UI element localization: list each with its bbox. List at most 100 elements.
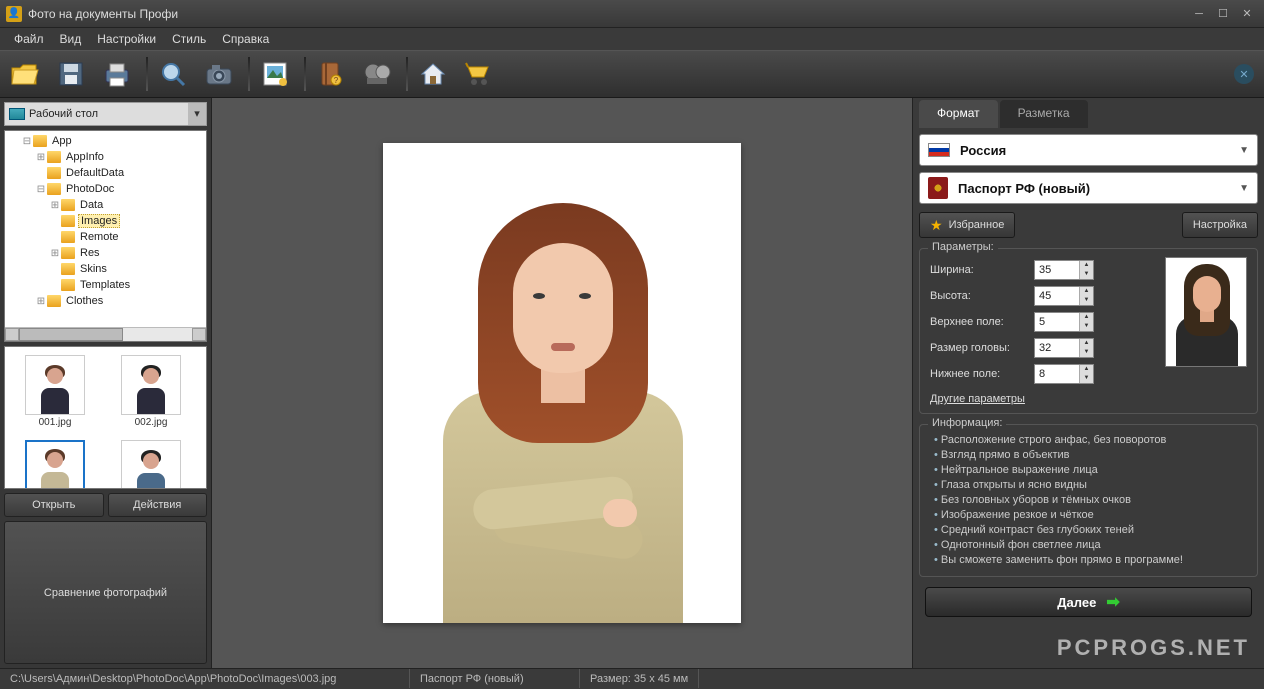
path-text: Рабочий стол	[29, 108, 188, 120]
width-spinner[interactable]: 35▲▼	[1034, 260, 1094, 280]
thumbnail-panel: 001.jpg 002.jpg 003.jpg 6.jpg	[4, 346, 207, 489]
maximize-button[interactable]: ☐	[1212, 5, 1234, 23]
toolbar-separator	[304, 57, 306, 91]
settings-button[interactable]: Настройка	[1182, 212, 1258, 238]
status-size: Размер: 35 x 45 мм	[580, 669, 699, 688]
head-spinner[interactable]: 32▲▼	[1034, 338, 1094, 358]
menu-view[interactable]: Вид	[52, 30, 90, 48]
info-item: Взгляд прямо в объектив	[934, 448, 1247, 463]
tree-node-images[interactable]: Images	[7, 213, 204, 229]
folder-tree: ⊟App ⊞AppInfo DefaultData ⊟PhotoDoc ⊞Dat…	[4, 130, 207, 342]
thumb-003[interactable]: 003.jpg	[19, 440, 91, 489]
arrow-right-icon: ➡	[1106, 592, 1119, 612]
panel-close-icon[interactable]: ✕	[1234, 64, 1254, 84]
height-spinner[interactable]: 45▲▼	[1034, 286, 1094, 306]
save-button[interactable]	[50, 54, 92, 94]
thumb-001[interactable]: 001.jpg	[19, 355, 91, 428]
thumb-6[interactable]: 6.jpg	[115, 440, 187, 489]
open-button[interactable]: Открыть	[4, 493, 104, 517]
country-label: Россия	[960, 143, 1239, 158]
path-dropdown-arrow[interactable]: ▾	[188, 103, 206, 125]
info-item: Расположение строго анфас, без поворотов	[934, 433, 1247, 448]
right-panel: Формат Разметка Россия ▼ Паспорт РФ (нов…	[912, 98, 1264, 668]
other-params-link[interactable]: Другие параметры	[930, 393, 1025, 405]
menu-help[interactable]: Справка	[214, 30, 277, 48]
window-title: Фото на документы Профи	[28, 7, 1186, 21]
params-group: Параметры: Ширина:35▲▼ Высота:45▲▼ Верхн…	[919, 248, 1258, 414]
app-icon: 👤	[6, 6, 22, 22]
book-button[interactable]: ?	[310, 54, 352, 94]
tree-hscrollbar[interactable]: ◂ ▸	[5, 327, 206, 341]
center-panel	[212, 98, 912, 668]
label-top: Верхнее поле:	[930, 316, 1034, 328]
tabs: Формат Разметка	[919, 100, 1258, 128]
print-button[interactable]	[96, 54, 138, 94]
left-panel: Рабочий стол ▾ ⊟App ⊞AppInfo DefaultData…	[0, 98, 212, 668]
menu-style[interactable]: Стиль	[164, 30, 214, 48]
menubar: Файл Вид Настройки Стиль Справка	[0, 28, 1264, 50]
scroll-left-arrow[interactable]: ◂	[5, 328, 19, 341]
document-selector[interactable]: Паспорт РФ (новый) ▼	[919, 172, 1258, 204]
home-button[interactable]	[412, 54, 454, 94]
bottom-spinner[interactable]: 8▲▼	[1034, 364, 1094, 384]
info-item: Нейтральное выражение лица	[934, 463, 1247, 478]
toolbar-separator	[146, 57, 148, 91]
tree-node-photodoc[interactable]: ⊟PhotoDoc	[7, 181, 204, 197]
favorite-button[interactable]: ★Избранное	[919, 212, 1015, 238]
country-selector[interactable]: Россия ▼	[919, 134, 1258, 166]
tree-node-res[interactable]: ⊞Res	[7, 245, 204, 261]
tree-node-defaultdata[interactable]: DefaultData	[7, 165, 204, 181]
tree-node-data[interactable]: ⊞Data	[7, 197, 204, 213]
status-path: C:\Users\Админ\Desktop\PhotoDoc\App\Phot…	[0, 669, 410, 688]
actions-button[interactable]: Действия	[108, 493, 208, 517]
camera-button[interactable]	[198, 54, 240, 94]
document-label: Паспорт РФ (новый)	[958, 181, 1239, 196]
status-doc: Паспорт РФ (новый)	[410, 669, 580, 688]
scroll-right-arrow[interactable]: ▸	[192, 328, 206, 341]
tab-format[interactable]: Формат	[919, 100, 998, 128]
monitor-icon	[9, 108, 25, 120]
dropdown-arrow-icon: ▼	[1239, 145, 1249, 156]
info-item: Вы сможете заменить фон прямо в программ…	[934, 553, 1247, 568]
dropdown-arrow-icon: ▼	[1239, 183, 1249, 194]
photo-person-illustration	[383, 143, 741, 623]
label-width: Ширина:	[930, 264, 1034, 276]
info-item: Однотонный фон светлее лица	[934, 538, 1247, 553]
label-bottom: Нижнее поле:	[930, 368, 1034, 380]
top-spinner[interactable]: 5▲▼	[1034, 312, 1094, 332]
thumb-002[interactable]: 002.jpg	[115, 355, 187, 428]
info-group: Информация: Расположение строго анфас, б…	[919, 424, 1258, 577]
info-label: Информация:	[928, 417, 1006, 429]
scroll-thumb[interactable]	[19, 328, 123, 341]
film-button[interactable]	[356, 54, 398, 94]
info-item: Изображение резкое и чёткое	[934, 508, 1247, 523]
label-head: Размер головы:	[930, 342, 1034, 354]
close-button[interactable]: ✕	[1236, 5, 1258, 23]
statusbar: C:\Users\Админ\Desktop\PhotoDoc\App\Phot…	[0, 668, 1264, 688]
open-folder-button[interactable]	[4, 54, 46, 94]
compare-button[interactable]: Сравнение фотографий	[4, 521, 207, 664]
passport-icon	[928, 177, 948, 199]
tree-node-remote[interactable]: Remote	[7, 229, 204, 245]
minimize-button[interactable]: ─	[1188, 5, 1210, 23]
menu-settings[interactable]: Настройки	[89, 30, 164, 48]
tree-node-templates[interactable]: Templates	[7, 277, 204, 293]
image-button[interactable]	[254, 54, 296, 94]
menu-file[interactable]: Файл	[6, 30, 52, 48]
path-selector[interactable]: Рабочий стол ▾	[4, 102, 207, 126]
zoom-button[interactable]	[152, 54, 194, 94]
tree-node-skins[interactable]: Skins	[7, 261, 204, 277]
cart-button[interactable]	[458, 54, 500, 94]
next-button[interactable]: Далее ➡	[925, 587, 1252, 617]
tree-node-app[interactable]: ⊟App	[7, 133, 204, 149]
toolbar: ? ✕	[0, 50, 1264, 98]
info-item: Средний контраст без глубоких теней	[934, 523, 1247, 538]
svg-text:?: ?	[334, 76, 339, 85]
info-item: Без головных уборов и тёмных очков	[934, 493, 1247, 508]
main-photo[interactable]	[383, 143, 741, 623]
tab-markup[interactable]: Разметка	[1000, 100, 1088, 128]
tree-node-clothes[interactable]: ⊞Clothes	[7, 293, 204, 309]
preview-photo	[1165, 257, 1247, 367]
toolbar-separator	[248, 57, 250, 91]
tree-node-appinfo[interactable]: ⊞AppInfo	[7, 149, 204, 165]
